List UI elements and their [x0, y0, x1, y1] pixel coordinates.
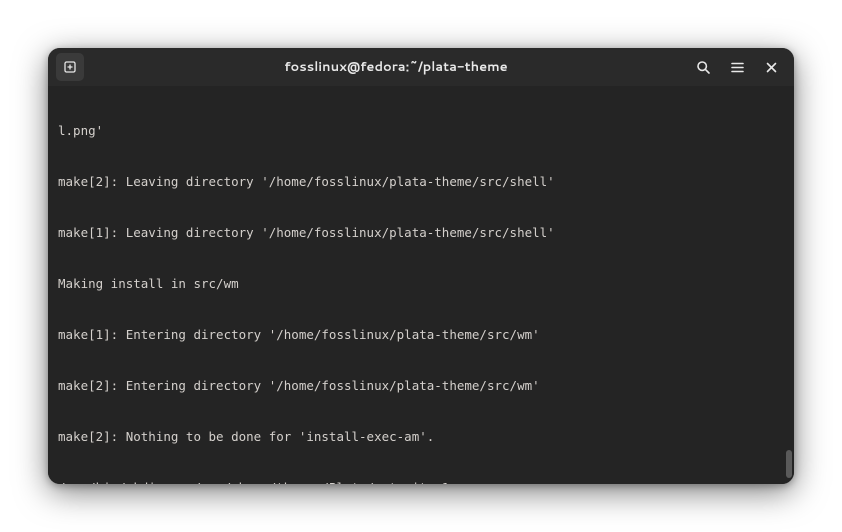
- hamburger-icon: [730, 60, 745, 75]
- terminal-line: /usr/bin/mkdir -p /usr/share/themes/Plat…: [58, 479, 784, 484]
- search-icon: [696, 60, 711, 75]
- titlebar-left: [56, 53, 136, 81]
- titlebar: fosslinux@fedora:~/plata-theme: [48, 48, 794, 86]
- close-icon: [765, 61, 778, 74]
- terminal-line: make[2]: Leaving directory '/home/fossli…: [58, 173, 784, 190]
- terminal-line: make[1]: Leaving directory '/home/fossli…: [58, 224, 784, 241]
- titlebar-right: [656, 52, 786, 82]
- close-button[interactable]: [756, 52, 786, 82]
- terminal-line: make[2]: Entering directory '/home/fossl…: [58, 377, 784, 394]
- terminal-line: Making install in src/wm: [58, 275, 784, 292]
- plus-icon: [63, 60, 77, 74]
- terminal-line: l.png': [58, 122, 784, 139]
- search-button[interactable]: [688, 52, 718, 82]
- window-title: fosslinux@fedora:~/plata-theme: [136, 58, 656, 76]
- terminal-window: fosslinux@fedora:~/plata-theme: [48, 48, 794, 484]
- new-tab-button[interactable]: [56, 53, 84, 81]
- terminal-line: make[1]: Entering directory '/home/fossl…: [58, 326, 784, 343]
- menu-button[interactable]: [722, 52, 752, 82]
- terminal-line: make[2]: Nothing to be done for 'install…: [58, 428, 784, 445]
- scrollbar-thumb[interactable]: [786, 450, 792, 478]
- terminal-output[interactable]: l.png' make[2]: Leaving directory '/home…: [48, 86, 794, 484]
